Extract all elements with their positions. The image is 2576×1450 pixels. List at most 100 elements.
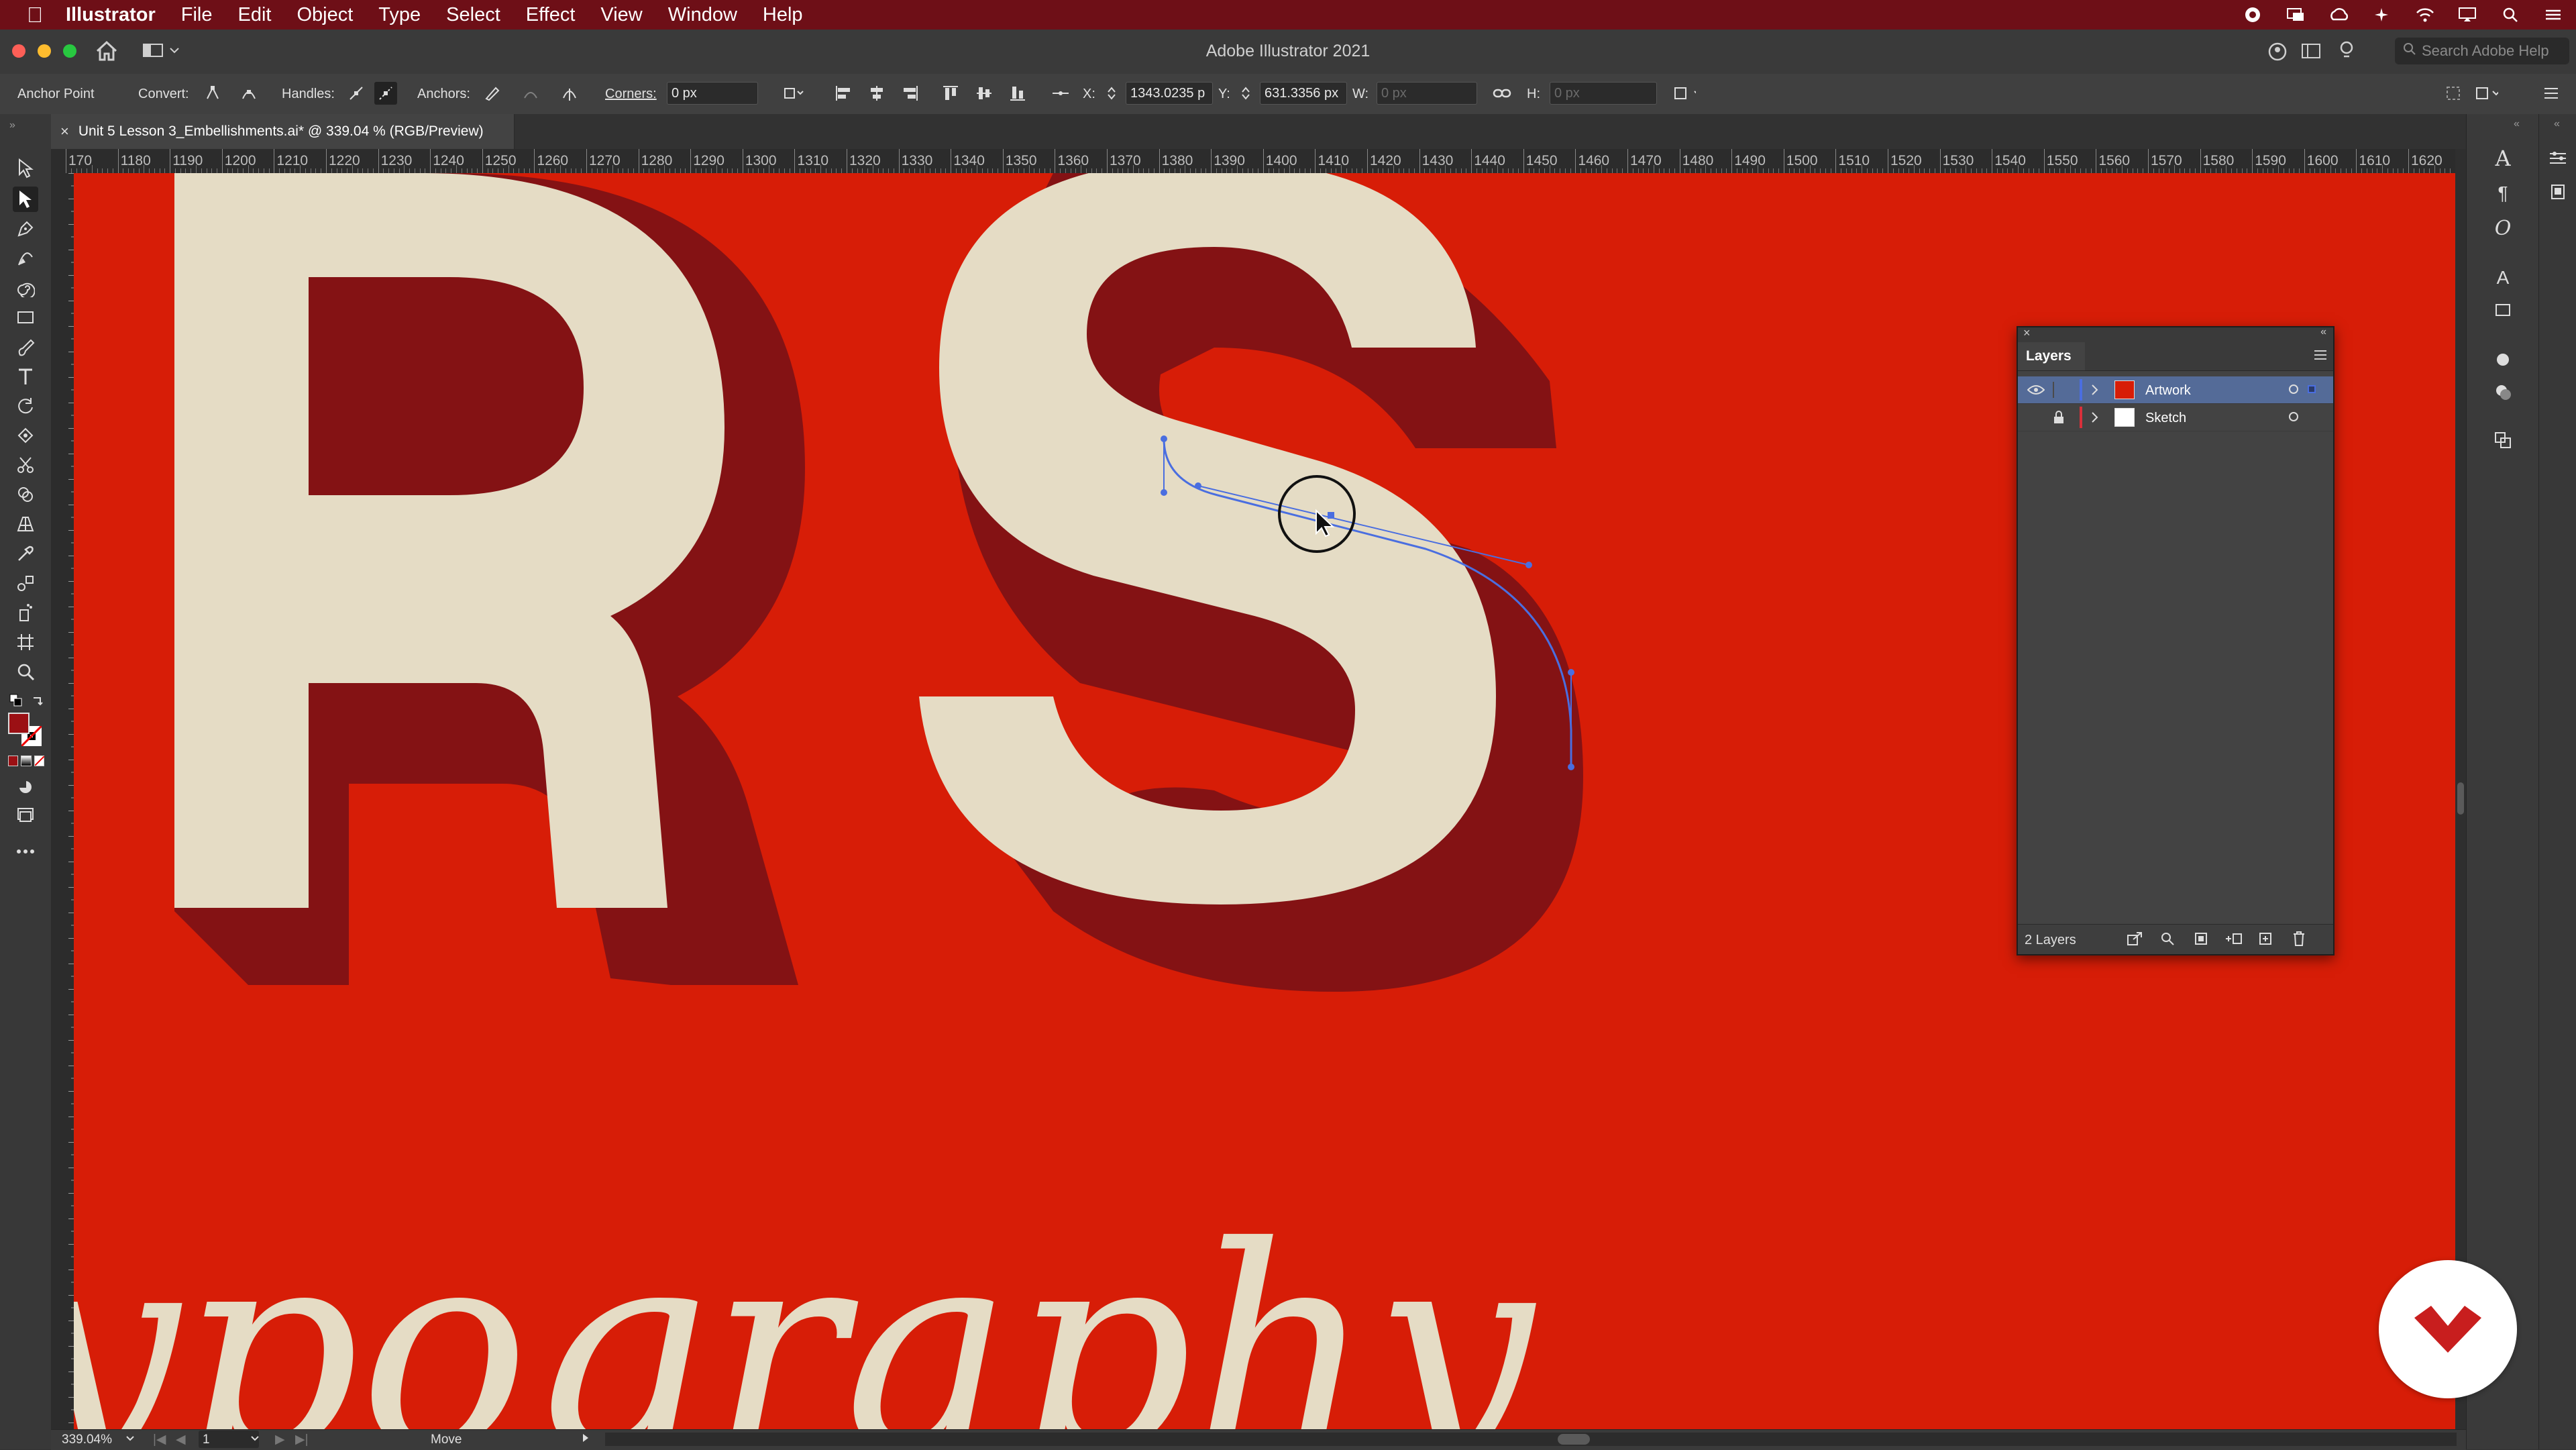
lightbulb-icon[interactable] (2339, 40, 2355, 65)
layers-tab[interactable]: Layers (2018, 342, 2085, 370)
corners-label[interactable]: Corners: (605, 87, 657, 102)
transform-menu-icon[interactable] (1673, 82, 1696, 105)
eye-icon[interactable] (2027, 384, 2045, 400)
reference-point-icon[interactable] (1049, 82, 1072, 105)
close-tab-icon[interactable]: × (60, 123, 69, 140)
graphic-styles-icon[interactable] (2489, 378, 2516, 405)
extension-icon[interactable] (2372, 5, 2391, 24)
close-panel-icon[interactable]: × (2023, 326, 2031, 340)
lock-slot[interactable] (2053, 382, 2054, 398)
layers-panel-header[interactable]: × « (2018, 326, 2333, 342)
constrain-proportions-icon[interactable] (1491, 82, 1513, 105)
control-bar-menu-icon[interactable] (2540, 82, 2563, 105)
blend-icon[interactable] (13, 570, 38, 596)
target-icon[interactable] (2289, 384, 2298, 394)
layer-name[interactable]: Artwork (2145, 383, 2191, 399)
app-menu[interactable]: Illustrator (66, 4, 156, 26)
clipping-mask-icon[interactable] (2194, 931, 2208, 950)
rectangle-icon[interactable] (13, 305, 38, 330)
document-tab[interactable]: × Unit 5 Lesson 3_Embellishments.ai* @ 3… (51, 114, 515, 149)
menu-view[interactable]: View (600, 4, 642, 26)
control-center-icon[interactable] (2544, 5, 2563, 24)
align-bottom-icon[interactable] (1006, 82, 1029, 105)
x-stepper-icon[interactable] (1104, 82, 1119, 105)
horizontal-scroll-thumb[interactable] (1558, 1434, 1590, 1445)
new-sublayer-icon[interactable] (2224, 931, 2243, 950)
type-icon[interactable] (13, 364, 38, 389)
toolbar-collapse-icon[interactable]: » (9, 119, 15, 132)
color-mode-buttons[interactable] (8, 756, 44, 769)
apple-icon[interactable]:  (27, 3, 43, 28)
spiral-icon[interactable] (13, 275, 38, 301)
vertical-ruler[interactable] (51, 173, 74, 1429)
y-position-input[interactable]: 631.3356 px (1260, 82, 1347, 105)
convert-to-corner-icon[interactable] (201, 82, 224, 105)
panel-layout-icon[interactable] (2301, 43, 2321, 64)
width-input[interactable]: 0 px (1377, 82, 1477, 105)
collapse-panel-icon[interactable]: « (2320, 326, 2326, 338)
align-top-icon[interactable] (939, 82, 962, 105)
layer-row-artwork[interactable]: Artwork (2018, 376, 2333, 404)
none-mode-icon[interactable] (34, 756, 44, 766)
zoom-icon[interactable] (13, 659, 38, 684)
layer-name[interactable]: Sketch (2145, 411, 2186, 426)
arrange-documents-icon[interactable] (2475, 82, 2498, 105)
layer-row-sketch[interactable]: Sketch (2018, 404, 2333, 431)
character-icon[interactable]: A (2489, 145, 2516, 172)
zoom-level[interactable]: 339.04% (62, 1433, 112, 1447)
chevron-right-icon[interactable] (2090, 383, 2100, 401)
export-icon[interactable] (2127, 931, 2143, 950)
spotlight-icon[interactable] (2501, 5, 2520, 24)
y-stepper-icon[interactable] (1238, 82, 1253, 105)
screen-mode-icon[interactable] (13, 802, 38, 828)
brushes-icon[interactable] (2489, 295, 2516, 322)
horizontal-ruler[interactable]: 170 1180 1190 1200 1210 1220 1230 1240 1250 1260 1… (51, 149, 2466, 174)
record-icon[interactable] (2243, 5, 2262, 24)
align-center-icon[interactable] (865, 82, 888, 105)
artboard-dropdown-icon[interactable] (250, 1431, 260, 1449)
help-search-input[interactable]: Search Adobe Help (2395, 38, 2569, 64)
chevron-right-icon[interactable] (2090, 411, 2100, 428)
locate-object-icon[interactable] (2160, 931, 2175, 950)
selection-indicator-icon[interactable] (2308, 385, 2316, 393)
swap-colors-icon[interactable] (30, 692, 46, 709)
transform-options-icon[interactable] (782, 82, 805, 105)
opentype-icon[interactable]: O (2489, 215, 2516, 242)
rotate-icon[interactable] (13, 393, 38, 419)
properties-icon[interactable] (2544, 145, 2571, 172)
last-artboard-icon[interactable]: ▶| (295, 1432, 309, 1447)
menu-object[interactable]: Object (297, 4, 353, 26)
vertical-scroll-thumb[interactable] (2457, 782, 2464, 815)
eyedropper-icon[interactable] (13, 541, 38, 566)
curvature-icon[interactable] (13, 246, 38, 271)
paragraph-icon[interactable]: ¶ (2489, 180, 2516, 207)
trash-icon[interactable] (2292, 931, 2306, 951)
first-artboard-icon[interactable]: |◀ (153, 1432, 166, 1447)
remove-anchor-icon[interactable] (480, 82, 503, 105)
creative-cloud-icon[interactable] (2329, 5, 2348, 24)
pen-icon[interactable] (13, 216, 38, 242)
scissors-icon[interactable] (13, 452, 38, 478)
previous-artboard-icon[interactable]: ◀ (176, 1432, 186, 1447)
default-colors-icon[interactable] (8, 692, 24, 709)
glyphs-icon[interactable]: A (2489, 264, 2516, 291)
gradient-mode-icon[interactable] (21, 756, 32, 766)
fill-swatch[interactable] (8, 713, 30, 734)
target-icon[interactable] (2289, 412, 2298, 421)
perspective-grid-icon[interactable] (13, 511, 38, 537)
artboard-icon[interactable] (13, 629, 38, 655)
color-mode-icon[interactable] (8, 756, 19, 766)
corners-input[interactable]: 0 px (667, 82, 758, 105)
height-input[interactable]: 0 px (1550, 82, 1657, 105)
direct-selection-icon[interactable] (13, 187, 38, 212)
menu-select[interactable]: Select (446, 4, 500, 26)
dock-collapse-icon[interactable]: « (2514, 118, 2520, 130)
menu-effect[interactable]: Effect (526, 4, 576, 26)
align-right-icon[interactable] (899, 82, 922, 105)
vertical-scrollbar[interactable] (2455, 149, 2466, 1429)
appearance-icon[interactable] (2489, 346, 2516, 373)
x-position-input[interactable]: 1343.0235 p (1126, 82, 1213, 105)
menu-window[interactable]: Window (668, 4, 737, 26)
hide-handles-icon[interactable] (374, 82, 397, 105)
screens-icon[interactable] (2286, 5, 2305, 24)
